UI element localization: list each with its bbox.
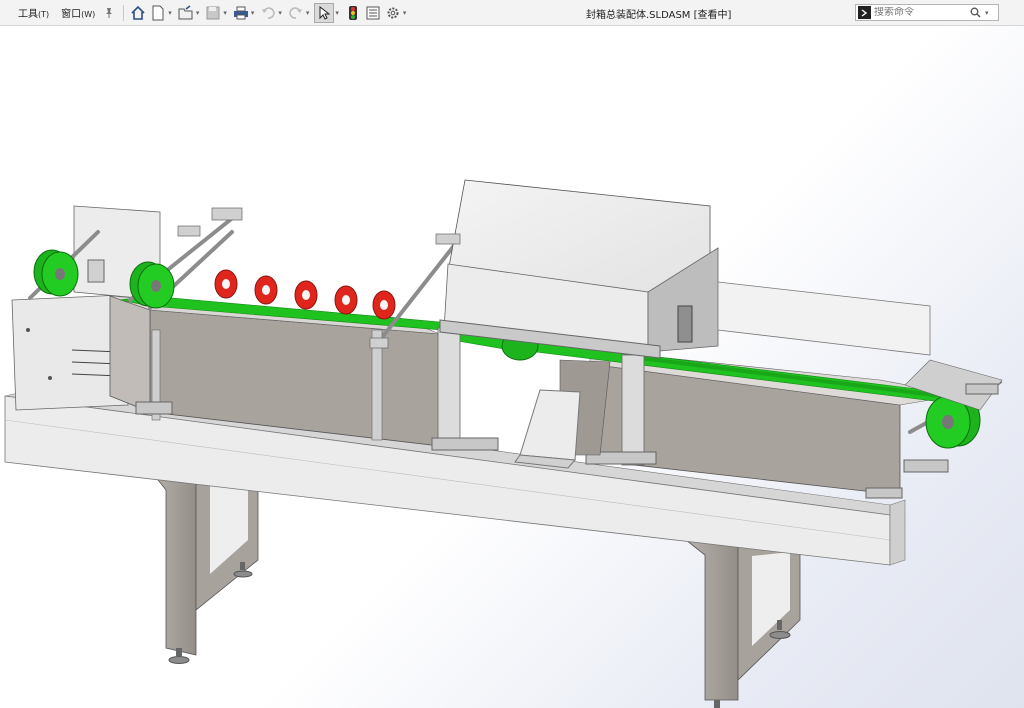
- right-leg: [684, 539, 801, 708]
- toolbar-separator: [123, 4, 125, 21]
- menu-tools-mnemonic: (T): [38, 10, 50, 19]
- command-prompt-icon: [858, 6, 871, 19]
- center-chute: [514, 389, 581, 469]
- new-dropdown-icon[interactable]: ▾: [168, 9, 172, 17]
- menu-tools[interactable]: 工具(T): [14, 5, 53, 20]
- traffic-light-icon[interactable]: [344, 4, 362, 22]
- search-commands-box[interactable]: ▾: [855, 4, 999, 21]
- menu-tools-label: 工具: [18, 9, 38, 20]
- save-dropdown-icon[interactable]: ▾: [223, 9, 227, 17]
- pin-icon[interactable]: [100, 4, 118, 22]
- undo-icon[interactable]: [259, 4, 277, 22]
- new-document-icon[interactable]: [149, 4, 167, 22]
- print-dropdown-icon[interactable]: ▾: [251, 9, 255, 17]
- document-title: 封箱总装配体.SLDASM [查看中]: [586, 10, 732, 21]
- title-bar: 工具(T) 窗口(W) ▾ ▾ ▾ ▾ ▾ ▾ ▾ ▾ 封箱总装配体.SLDAS…: [0, 0, 1024, 26]
- options-gear-icon[interactable]: [384, 4, 402, 22]
- redo-dropdown-icon[interactable]: ▾: [306, 9, 310, 17]
- search-icon[interactable]: [970, 3, 981, 22]
- undo-dropdown-icon[interactable]: ▾: [278, 9, 282, 17]
- left-leg: [149, 469, 259, 664]
- save-icon[interactable]: [204, 4, 222, 22]
- sealing-box-housing: [439, 179, 719, 359]
- search-dropdown-icon[interactable]: ▾: [985, 9, 989, 17]
- file-properties-icon[interactable]: [364, 4, 382, 22]
- print-icon[interactable]: [232, 4, 250, 22]
- open-dropdown-icon[interactable]: ▾: [196, 9, 200, 17]
- select-arrow-icon[interactable]: [314, 2, 335, 23]
- graphics-area[interactable]: [0, 26, 1024, 708]
- select-dropdown-icon[interactable]: ▾: [335, 9, 339, 17]
- assembly-model[interactable]: [0, 26, 1024, 708]
- menu-window-mnemonic: (W): [81, 10, 96, 19]
- search-input[interactable]: [874, 7, 970, 18]
- menu-window[interactable]: 窗口(W): [57, 5, 99, 20]
- menu-window-label: 窗口: [61, 9, 82, 20]
- home-icon[interactable]: [129, 4, 147, 22]
- redo-icon[interactable]: [287, 4, 305, 22]
- open-icon[interactable]: [177, 4, 195, 22]
- options-dropdown-icon[interactable]: ▾: [403, 9, 407, 17]
